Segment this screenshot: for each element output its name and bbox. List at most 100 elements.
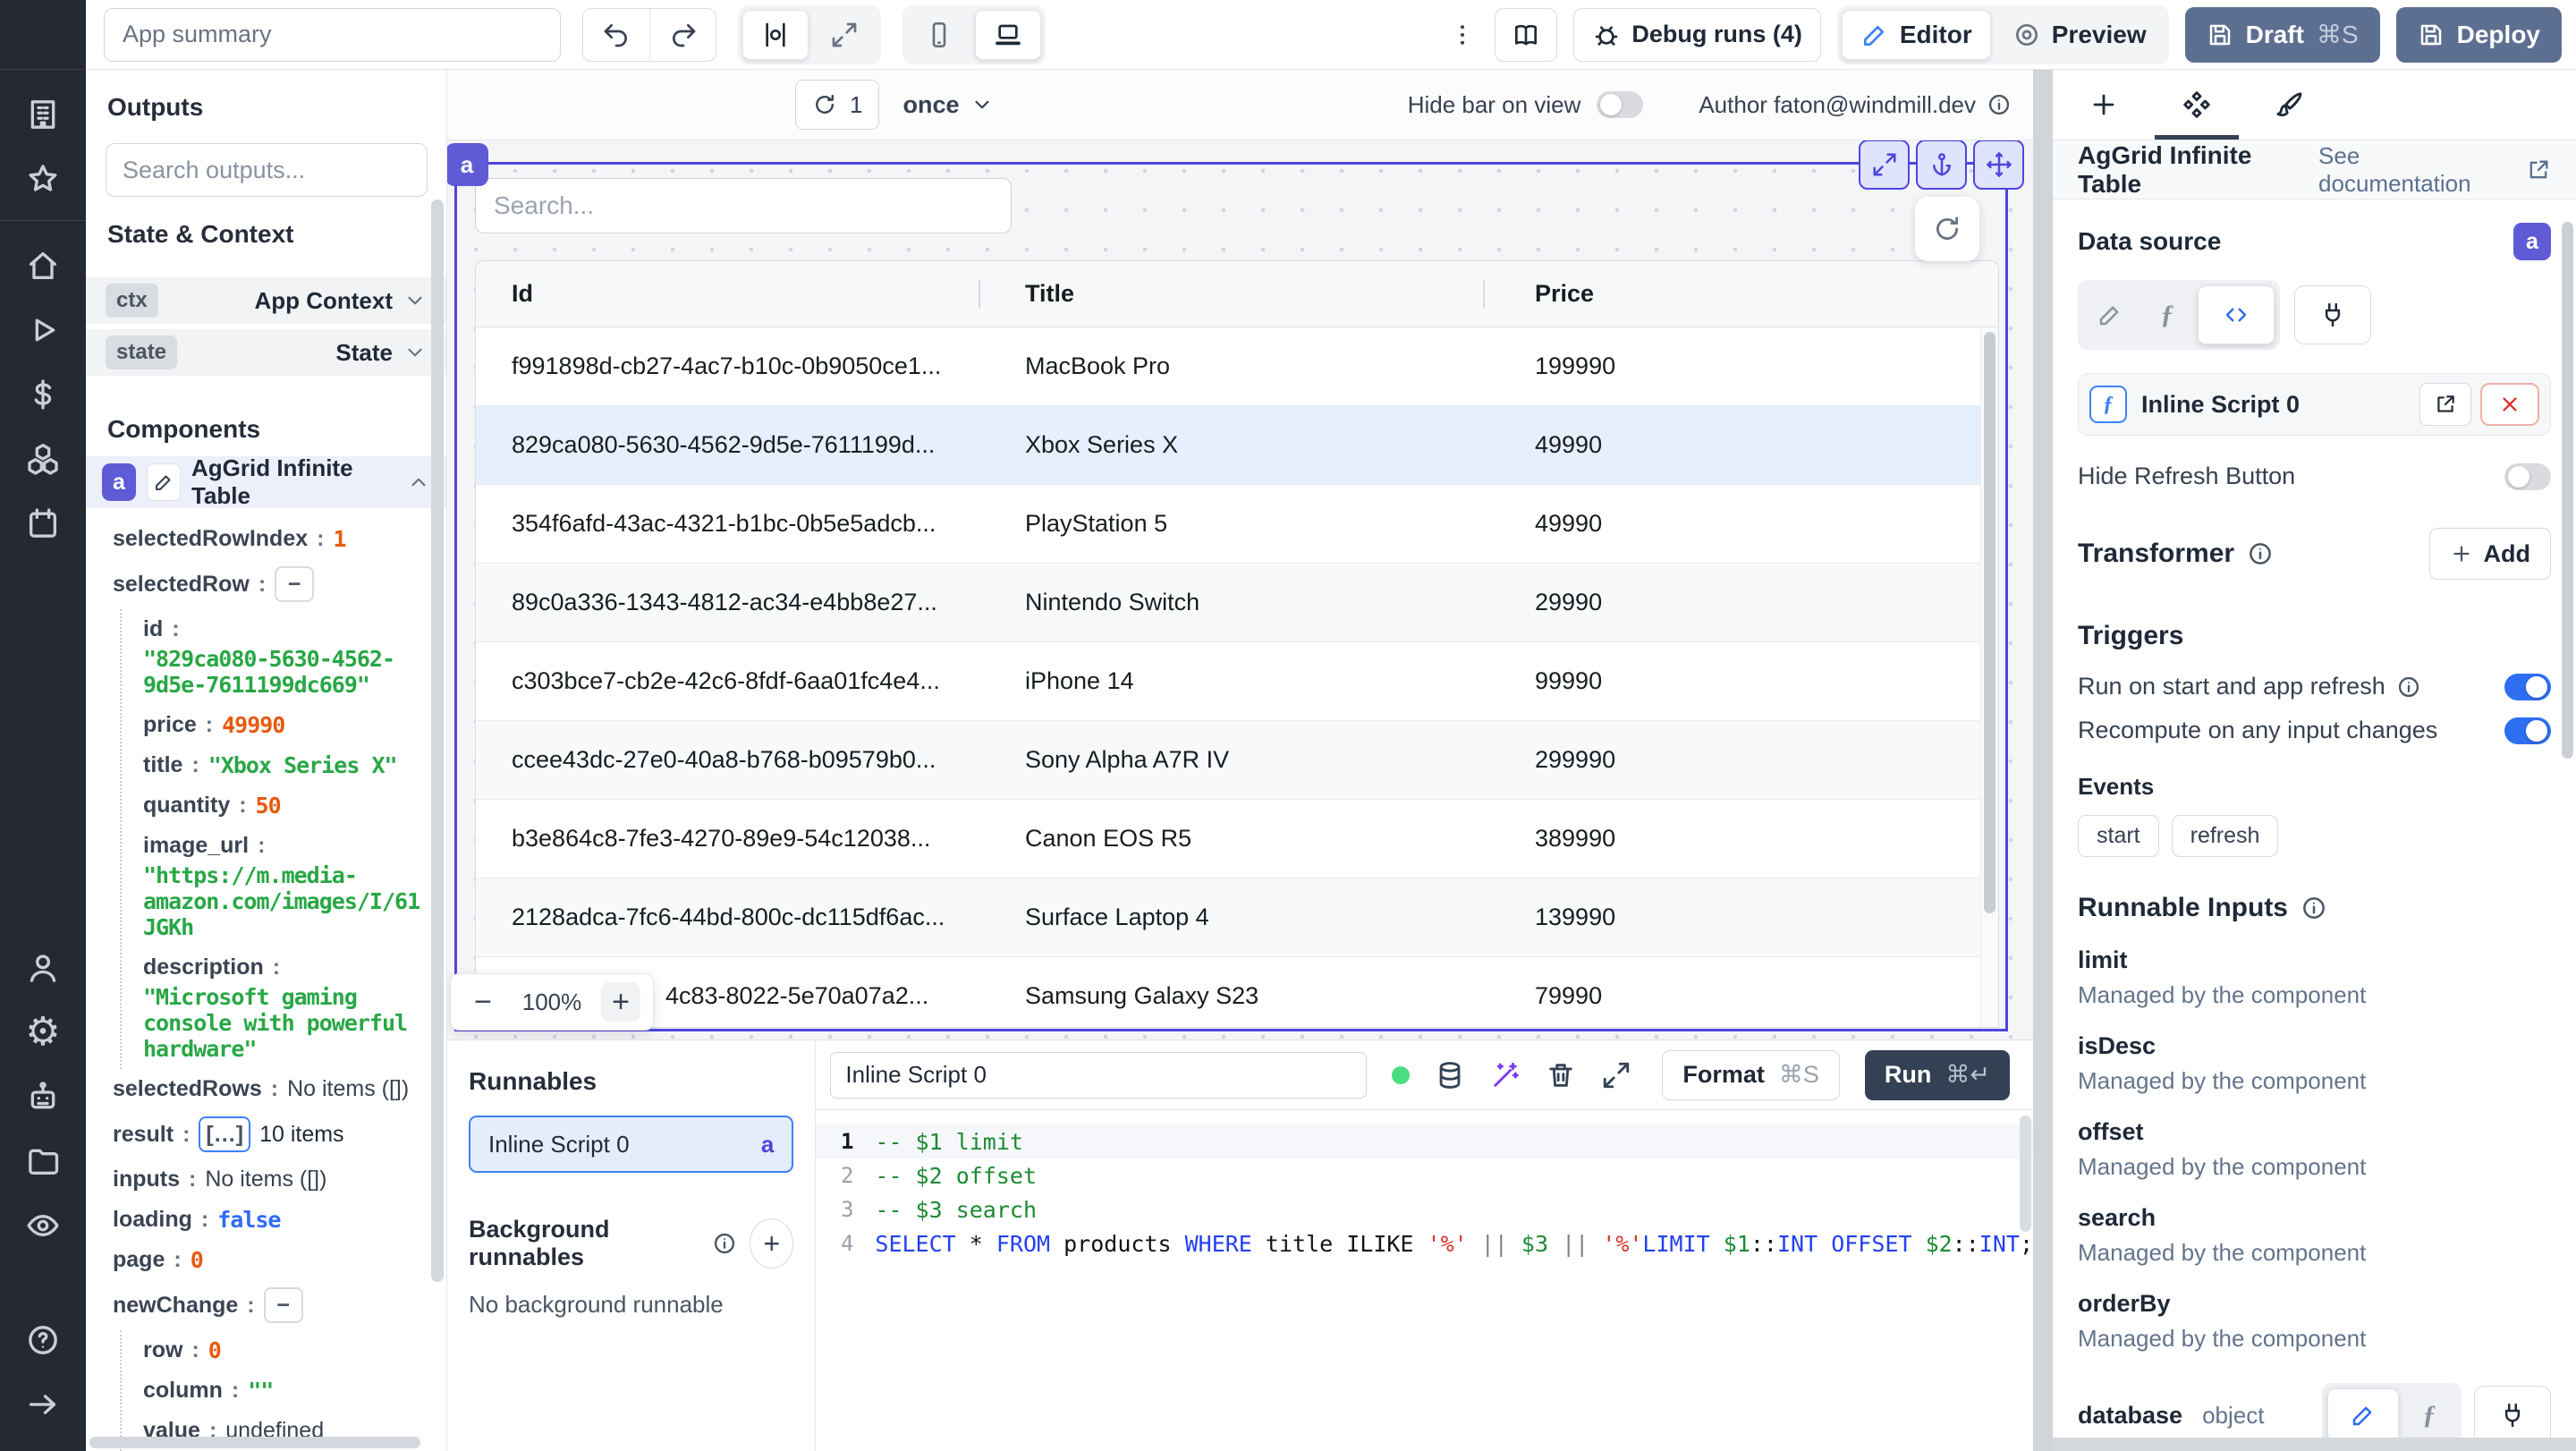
recompute-toggle[interactable] bbox=[2504, 717, 2551, 744]
delete-script-button[interactable] bbox=[1546, 1060, 1576, 1090]
code-editor[interactable]: 1 -- $1 limit 2 -- $2 offset 3 -- $3 search 4 S… bbox=[816, 1110, 2033, 1451]
rail-schedules-button[interactable] bbox=[0, 491, 86, 556]
ctx-row[interactable]: ctx App Context bbox=[86, 277, 446, 324]
open-script-button[interactable] bbox=[2419, 383, 2471, 426]
rail-variables-button[interactable] bbox=[0, 362, 86, 427]
rail-settings-button[interactable]: ⚙ bbox=[0, 1000, 86, 1065]
see-documentation-link[interactable]: See documentation bbox=[2318, 142, 2551, 198]
database-static-mode-button[interactable] bbox=[2327, 1388, 2399, 1442]
add-background-runnable-button[interactable]: + bbox=[750, 1218, 794, 1269]
template-mode-button[interactable]: ƒ bbox=[2140, 289, 2194, 341]
table-row[interactable]: 2128adca-7fc6-44bd-800c-dc115df6ac... Sur… bbox=[476, 878, 1998, 957]
table-header-price[interactable]: Price bbox=[1485, 261, 1998, 327]
desktop-view-button[interactable] bbox=[975, 9, 1041, 60]
info-icon[interactable] bbox=[2396, 675, 2421, 700]
component-tag-badge[interactable]: a bbox=[447, 143, 488, 186]
runnable-item-inline-script-0[interactable]: Inline Script 0 a bbox=[469, 1116, 794, 1173]
code-line[interactable]: 1 -- $1 limit bbox=[816, 1124, 2033, 1158]
inline-script-mode-button[interactable] bbox=[2198, 285, 2275, 344]
preview-tab[interactable]: Preview bbox=[1995, 10, 2165, 60]
undo-button[interactable] bbox=[583, 9, 649, 61]
center-canvas-button[interactable] bbox=[742, 9, 809, 60]
table-row[interactable]: 4c83-8022-5e70a07a2... Samsung Galaxy S23… bbox=[476, 957, 1998, 1027]
rail-audit-button[interactable] bbox=[0, 1193, 86, 1258]
code-line[interactable]: 3 -- $3 search bbox=[816, 1192, 2033, 1226]
database-connect-mode-button[interactable] bbox=[2474, 1386, 2551, 1445]
table-row[interactable]: 354f6afd-43ac-4321-b1bc-0b5e5adcb... Play… bbox=[476, 485, 1998, 564]
settings-vertical-scrollbar[interactable] bbox=[2562, 222, 2573, 759]
debug-runs-button[interactable]: Debug runs (4) bbox=[1573, 7, 1821, 62]
more-menu-button[interactable] bbox=[1446, 21, 1479, 48]
format-button[interactable]: Format ⌘S bbox=[1662, 1049, 1840, 1100]
styling-tab[interactable] bbox=[2275, 70, 2305, 140]
table-refresh-button[interactable] bbox=[1915, 197, 1979, 261]
table-row[interactable]: 89c0a336-1343-4812-ac34-e4bb8e27... Ninte… bbox=[476, 564, 1998, 642]
deploy-button[interactable]: Deploy bbox=[2395, 6, 2562, 63]
database-template-mode-button[interactable]: ƒ bbox=[2402, 1389, 2456, 1441]
info-icon[interactable] bbox=[712, 1231, 737, 1256]
schedule-dropdown[interactable]: once bbox=[902, 91, 993, 119]
event-badge-start[interactable]: start bbox=[2078, 815, 2159, 857]
add-transformer-button[interactable]: Add bbox=[2428, 528, 2551, 580]
expand-component-button[interactable] bbox=[1859, 140, 1910, 190]
app-canvas[interactable]: a IdTitlePrice f991898d-cb27-4ac7-b10c-0… bbox=[447, 140, 2033, 1039]
aggrid-component[interactable]: a IdTitlePrice f991898d-cb27-4ac7-b10c-0… bbox=[447, 140, 2024, 1031]
event-badge-refresh[interactable]: refresh bbox=[2171, 815, 2279, 857]
info-icon[interactable] bbox=[1987, 92, 2012, 117]
code-line[interactable]: 4 SELECT * FROM products WHERE title ILIK… bbox=[816, 1226, 2033, 1260]
table-row[interactable]: f991898d-cb27-4ac7-b10c-0b9050ce1... MacB… bbox=[476, 327, 1998, 406]
docs-button[interactable] bbox=[1495, 7, 1558, 62]
tree-collapse-button[interactable]: − bbox=[263, 1287, 303, 1323]
table-search-input[interactable] bbox=[475, 178, 1012, 233]
hide-bar-toggle[interactable] bbox=[1597, 91, 1644, 118]
ai-assist-button[interactable] bbox=[1490, 1060, 1521, 1090]
rail-help-button[interactable] bbox=[0, 1308, 86, 1372]
table-row[interactable]: b3e864c8-7fe3-4270-89e9-54c12038... Canon… bbox=[476, 800, 1998, 878]
anchor-component-button[interactable] bbox=[1916, 140, 1967, 190]
table-row[interactable]: 829ca080-5630-4562-9d5e-7611199d... Xbox … bbox=[476, 406, 1998, 485]
attached-script-row[interactable]: ƒ Inline Script 0 bbox=[2078, 373, 2551, 436]
table-row[interactable]: ccee43dc-27e0-40a8-b768-b09579b0... Sony … bbox=[476, 721, 1998, 800]
fullscreen-canvas-button[interactable] bbox=[812, 10, 877, 60]
zoom-out-button[interactable]: − bbox=[463, 982, 503, 1022]
rename-component-button[interactable] bbox=[146, 463, 181, 501]
rail-account-button[interactable] bbox=[0, 936, 86, 1000]
rail-home-button[interactable] bbox=[0, 233, 86, 298]
insert-component-tab[interactable] bbox=[2089, 70, 2119, 140]
hide-refresh-toggle[interactable] bbox=[2504, 462, 2551, 490]
app-summary-input[interactable] bbox=[104, 7, 561, 62]
outputs-horizontal-scrollbar[interactable] bbox=[89, 1437, 420, 1448]
table-header-id[interactable]: Id bbox=[476, 261, 980, 327]
table-scrollbar[interactable] bbox=[1980, 328, 1998, 1027]
run-button[interactable]: Run ⌘↵ bbox=[1864, 1049, 2010, 1100]
code-line[interactable]: 2 -- $2 offset bbox=[816, 1158, 2033, 1192]
rail-favorites-button[interactable] bbox=[0, 147, 86, 211]
script-name-input[interactable] bbox=[830, 1051, 1368, 1099]
tree-collapse-button[interactable]: − bbox=[275, 566, 315, 602]
settings-horizontal-scrollbar[interactable] bbox=[2053, 1438, 2576, 1451]
draft-button[interactable]: Draft ⌘S bbox=[2184, 6, 2380, 63]
rail-expand-button[interactable] bbox=[0, 1372, 86, 1437]
component-settings-tab[interactable] bbox=[2155, 70, 2239, 140]
code-scrollbar[interactable] bbox=[2020, 1116, 2031, 1232]
tree-collapse-button[interactable]: […] bbox=[199, 1116, 251, 1152]
mobile-view-button[interactable] bbox=[907, 10, 971, 60]
database-button[interactable] bbox=[1435, 1060, 1465, 1090]
zoom-in-button[interactable]: + bbox=[601, 982, 640, 1022]
rail-workspace-button[interactable] bbox=[0, 82, 86, 147]
info-icon[interactable] bbox=[2247, 540, 2274, 567]
refresh-count-button[interactable]: 1 bbox=[795, 80, 880, 130]
connect-mode-button[interactable] bbox=[2294, 285, 2371, 344]
rail-runs-button[interactable] bbox=[0, 298, 86, 362]
rail-ai-button[interactable] bbox=[0, 1065, 86, 1129]
table-header-title[interactable]: Title bbox=[980, 261, 1485, 327]
editor-tab[interactable]: Editor bbox=[1841, 9, 1991, 60]
move-component-button[interactable] bbox=[1973, 140, 2024, 190]
table-row[interactable]: c303bce7-cb2e-42c6-8fdf-6aa01fc4e4... iPh… bbox=[476, 642, 1998, 721]
run-on-start-toggle[interactable] bbox=[2504, 673, 2551, 700]
static-mode-button[interactable] bbox=[2083, 289, 2137, 341]
outputs-vertical-scrollbar[interactable] bbox=[431, 199, 444, 1282]
rail-folders-button[interactable] bbox=[0, 1129, 86, 1193]
redo-button[interactable] bbox=[649, 8, 716, 61]
windmill-logo[interactable] bbox=[0, 0, 86, 70]
